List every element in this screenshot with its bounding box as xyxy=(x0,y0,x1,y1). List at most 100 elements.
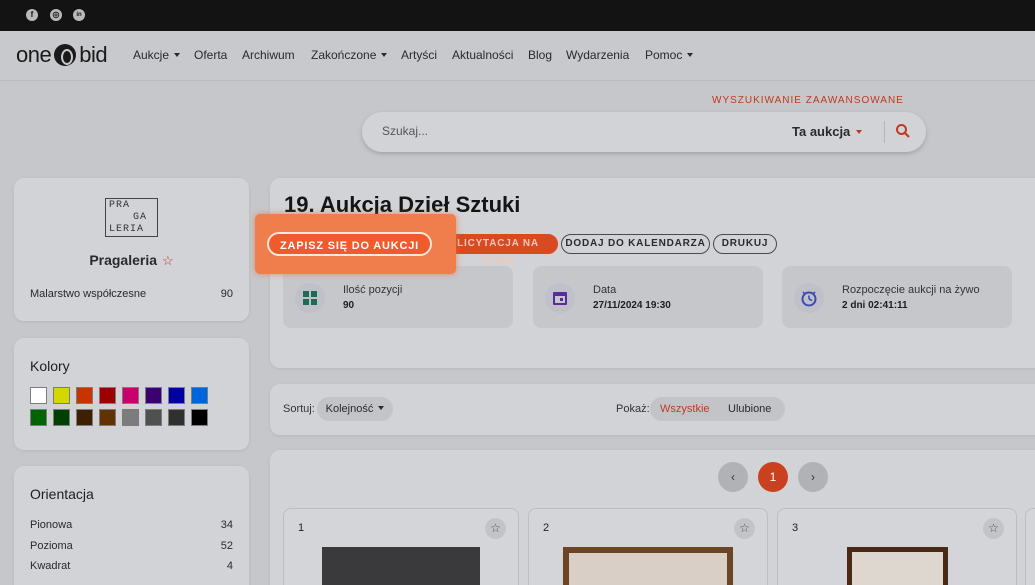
lot-image[interactable] xyxy=(322,547,480,585)
main-navbar: one bid Aukcje Oferta Archiwum Zakończon… xyxy=(0,31,1035,81)
nav-oferta[interactable]: Oferta xyxy=(194,48,227,62)
lot-number: 3 xyxy=(792,522,799,534)
color-swatch[interactable] xyxy=(122,409,139,426)
favorite-star-icon[interactable]: ☆ xyxy=(734,518,755,539)
pagination-next[interactable]: › xyxy=(798,462,828,492)
search-divider xyxy=(884,121,885,143)
search-input[interactable]: Szukaj... xyxy=(382,124,428,138)
caret-down-icon xyxy=(174,53,181,57)
info-label: Rozpoczęcie aukcji na żywo xyxy=(842,284,980,296)
linkedin-icon[interactable]: in xyxy=(73,9,85,21)
lot-card[interactable] xyxy=(1025,508,1035,585)
search-icon[interactable] xyxy=(895,123,911,139)
pagination-page[interactable]: 1 xyxy=(758,462,788,492)
advanced-search-link[interactable]: WYSZUKIWANIE ZAAWANSOWANE xyxy=(712,95,904,106)
color-swatch[interactable] xyxy=(122,387,139,404)
pagination-prev[interactable]: ‹ xyxy=(718,462,748,492)
category-label[interactable]: Malarstwo współczesne xyxy=(30,288,146,300)
info-value: 90 xyxy=(343,300,355,311)
info-date: Data 27/11/2024 19:30 xyxy=(533,266,763,328)
color-swatch[interactable] xyxy=(168,387,185,404)
info-label: Ilość pozycji xyxy=(343,284,403,296)
color-swatch[interactable] xyxy=(145,409,162,426)
orientation-count: 34 xyxy=(220,519,233,531)
caret-down-icon xyxy=(856,130,863,134)
caret-down-icon xyxy=(687,53,694,57)
gallery-name[interactable]: Pragaleria ☆ xyxy=(14,252,249,269)
color-swatch[interactable] xyxy=(53,409,70,426)
subscribe-auction-button[interactable]: ZAPISZ SIĘ DO AUKCJI xyxy=(267,232,432,256)
color-swatch[interactable] xyxy=(30,387,47,404)
site-logo[interactable]: one bid xyxy=(16,42,108,68)
orientation-item[interactable]: Kwadrat xyxy=(30,560,70,572)
nav-aktualnosci[interactable]: Aktualności xyxy=(452,48,513,62)
color-swatch[interactable] xyxy=(145,387,162,404)
category-count: 90 xyxy=(220,288,233,300)
gallery-logo-line: LERIA xyxy=(109,224,145,235)
lot-card[interactable]: 1 ☆ xyxy=(283,508,519,585)
info-value: 27/11/2024 19:30 xyxy=(593,300,671,311)
nav-pomoc[interactable]: Pomoc xyxy=(645,48,694,62)
logo-mark-icon xyxy=(54,44,77,66)
color-swatch[interactable] xyxy=(99,409,116,426)
orientation-item[interactable]: Pionowa xyxy=(30,519,72,531)
show-label: Pokaż: xyxy=(616,403,650,415)
favorite-star-icon[interactable]: ☆ xyxy=(983,518,1004,539)
orientation-card: Orientacja Pionowa 34 Pozioma 52 Kwadrat… xyxy=(14,466,249,585)
caret-down-icon xyxy=(381,53,388,57)
cta-highlight: ZAPISZ SIĘ DO AUKCJI xyxy=(255,214,456,274)
color-swatch[interactable] xyxy=(191,387,208,404)
grid-icon xyxy=(295,283,325,313)
gallery-card: PRA GA LERIA Pragaleria ☆ Malarstwo współ… xyxy=(14,178,249,321)
colors-title: Kolory xyxy=(30,358,70,374)
social-bar: f ◎ in xyxy=(0,0,1035,31)
nav-archiwum[interactable]: Archiwum xyxy=(242,48,295,62)
print-button[interactable]: DRUKUJ xyxy=(713,234,777,254)
add-to-calendar-button[interactable]: DODAJ DO KALENDARZA xyxy=(561,234,710,254)
favorite-star-icon[interactable]: ☆ xyxy=(162,253,174,268)
nav-aukcje[interactable]: Aukcje xyxy=(133,48,181,62)
show-favorites-option[interactable]: Ulubione xyxy=(728,397,771,421)
sort-bar: Sortuj: Kolejność Pokaż: Wszystkie Ulubi… xyxy=(270,384,1035,435)
logo-text-right: bid xyxy=(79,42,108,67)
info-lot-count: Ilość pozycji 90 xyxy=(283,266,513,328)
orientation-item[interactable]: Pozioma xyxy=(30,540,73,552)
search-scope-select[interactable]: Ta aukcja xyxy=(792,124,863,139)
lot-card[interactable]: 2 ☆ xyxy=(528,508,768,585)
lot-image[interactable] xyxy=(847,547,948,585)
gallery-logo[interactable]: PRA GA LERIA xyxy=(105,198,158,237)
orientation-count: 52 xyxy=(220,540,233,552)
show-all-option[interactable]: Wszystkie xyxy=(660,397,710,421)
nav-wydarzenia[interactable]: Wydarzenia xyxy=(566,48,629,62)
nav-zakonczone[interactable]: Zakończone xyxy=(311,48,388,62)
live-bidding-button[interactable]: LICYTACJA NA ŻYWO xyxy=(438,234,558,267)
nav-blog[interactable]: Blog xyxy=(528,48,552,62)
color-swatch[interactable] xyxy=(99,387,116,404)
colors-card: Kolory xyxy=(14,338,249,450)
painting-canvas xyxy=(852,552,943,585)
color-swatch[interactable] xyxy=(76,409,93,426)
sort-label: Sortuj: xyxy=(283,403,315,415)
instagram-icon[interactable]: ◎ xyxy=(50,9,62,21)
lot-number: 2 xyxy=(543,522,550,534)
show-filter-group: Wszystkie Ulubione xyxy=(650,397,785,421)
color-swatch[interactable] xyxy=(191,409,208,426)
calendar-icon xyxy=(545,283,575,313)
info-value: 2 dni 02:41:11 xyxy=(842,300,908,311)
color-swatch[interactable] xyxy=(53,387,70,404)
facebook-icon[interactable]: f xyxy=(26,9,38,21)
sort-select[interactable]: Kolejność xyxy=(317,397,393,421)
info-live-start: Rozpoczęcie aukcji na żywo 2 dni 02:41:1… xyxy=(782,266,1012,328)
info-label: Data xyxy=(593,284,617,296)
logo-text-left: one xyxy=(16,42,52,67)
lot-image[interactable] xyxy=(563,547,733,585)
painting-canvas xyxy=(569,553,727,585)
lot-number: 1 xyxy=(298,522,305,534)
color-swatch[interactable] xyxy=(168,409,185,426)
favorite-star-icon[interactable]: ☆ xyxy=(485,518,506,539)
search-bar: Szukaj... Ta aukcja xyxy=(362,112,926,152)
color-swatch[interactable] xyxy=(76,387,93,404)
lot-card[interactable]: 3 ☆ xyxy=(777,508,1017,585)
nav-artysci[interactable]: Artyści xyxy=(401,48,437,62)
color-swatch[interactable] xyxy=(30,409,47,426)
